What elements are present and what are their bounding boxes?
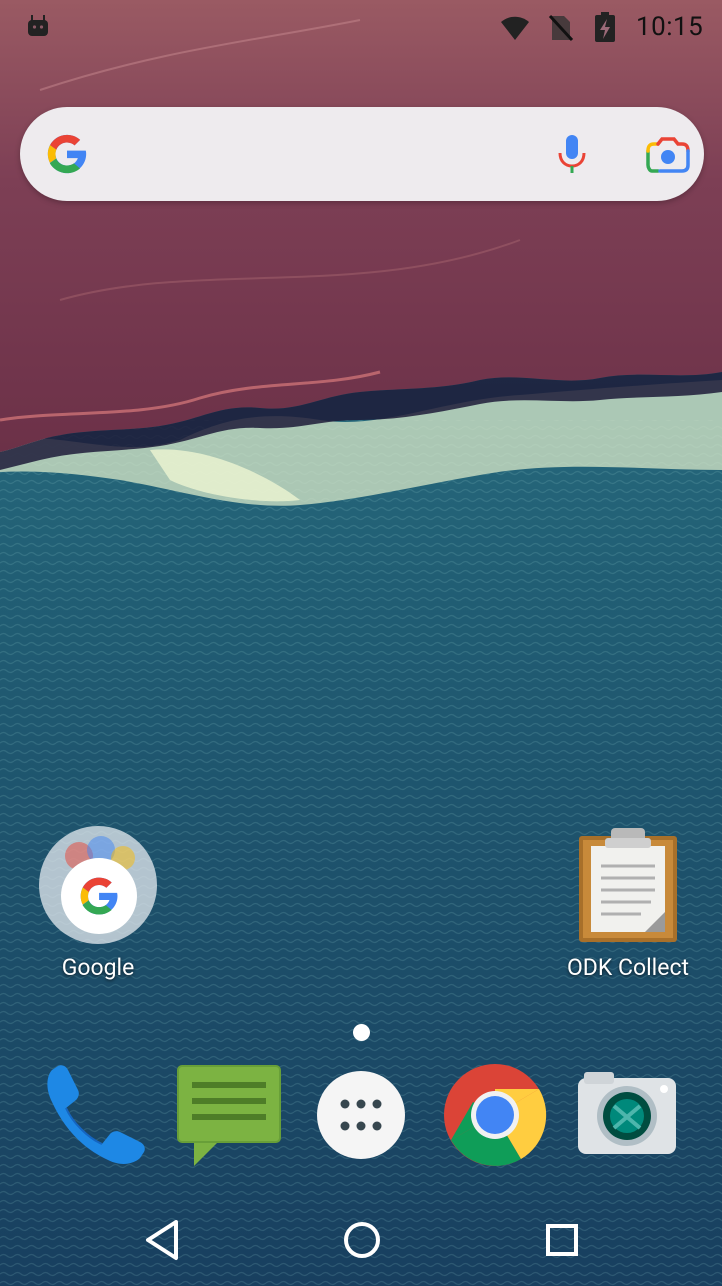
chrome-icon[interactable] bbox=[442, 1062, 548, 1168]
status-bar: 10:15 bbox=[0, 0, 722, 56]
recents-icon[interactable] bbox=[538, 1216, 586, 1264]
google-folder[interactable]: Google bbox=[36, 826, 160, 981]
home-icon[interactable] bbox=[338, 1216, 386, 1264]
no-sim-signal-icon bbox=[548, 14, 574, 42]
wifi-icon bbox=[501, 16, 529, 40]
clipboard-icon bbox=[579, 828, 677, 942]
page-indicator-dot bbox=[353, 1024, 370, 1041]
battery-charging-icon bbox=[595, 12, 615, 42]
microphone-icon[interactable] bbox=[556, 133, 588, 177]
odk-collect-label: ODK Collect bbox=[566, 954, 690, 981]
app-drawer-icon[interactable] bbox=[308, 1062, 414, 1168]
navigation-bar bbox=[0, 1192, 722, 1286]
google-folder-label: Google bbox=[61, 954, 135, 981]
google-folder-icon bbox=[39, 826, 157, 944]
google-search-bar[interactable] bbox=[20, 107, 704, 201]
messages-icon[interactable] bbox=[176, 1062, 282, 1168]
google-lens-icon[interactable] bbox=[646, 137, 690, 173]
back-icon[interactable] bbox=[140, 1216, 188, 1264]
phone-icon[interactable] bbox=[42, 1062, 148, 1168]
clock: 10:15 bbox=[636, 12, 704, 42]
odk-collect-app[interactable]: ODK Collect bbox=[560, 826, 696, 981]
google-g-icon bbox=[47, 134, 87, 174]
android-notification-icon bbox=[28, 15, 48, 36]
camera-icon[interactable] bbox=[574, 1062, 680, 1168]
